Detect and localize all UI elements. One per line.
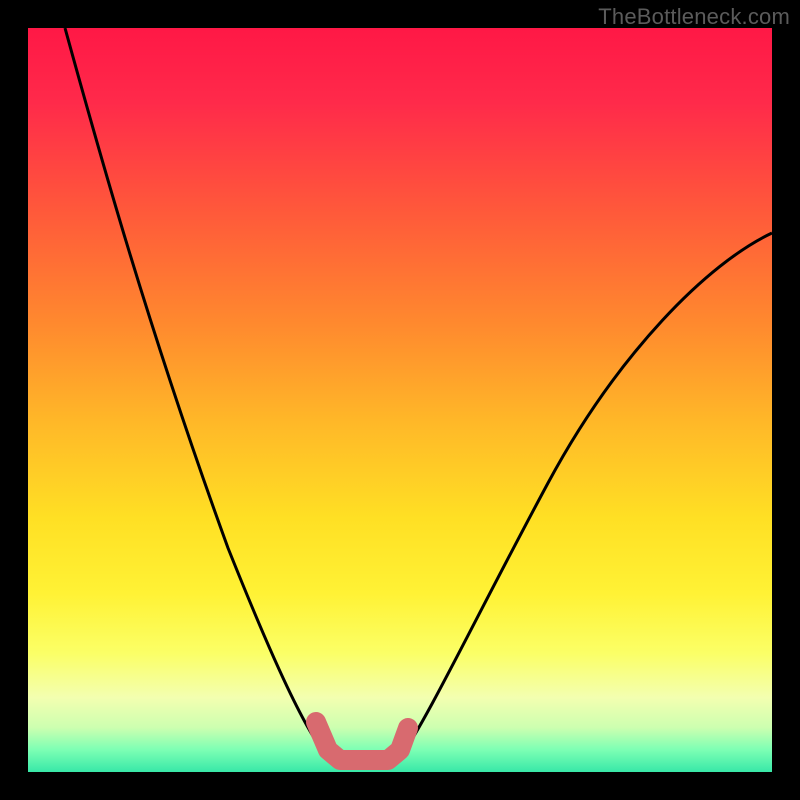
valley-marker [316, 722, 408, 760]
watermark-text: TheBottleneck.com [598, 4, 790, 30]
chart-frame: TheBottleneck.com [0, 0, 800, 800]
right-curve [400, 233, 772, 758]
left-curve [65, 28, 328, 758]
curves-svg [28, 28, 772, 772]
plot-area [28, 28, 772, 772]
